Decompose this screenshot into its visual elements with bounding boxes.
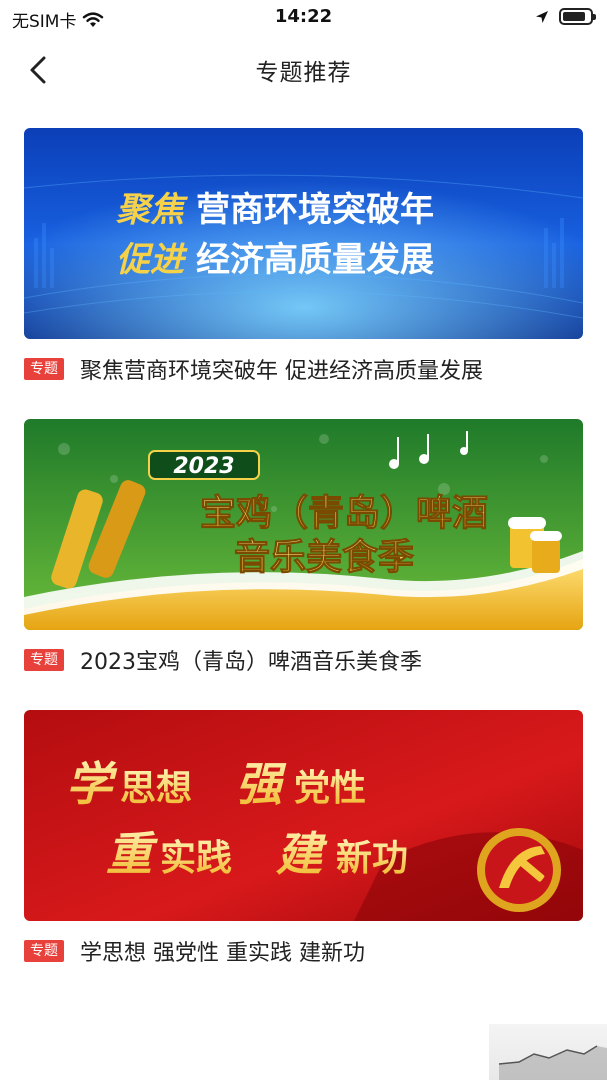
floating-thumbnail[interactable] bbox=[489, 1024, 607, 1080]
battery-fill bbox=[563, 12, 586, 21]
topic-caption: 专题 学思想 强党性 重实践 建新功 bbox=[24, 935, 583, 967]
topic-caption: 专题 聚焦营商环境突破年 促进经济高质量发展 bbox=[24, 353, 583, 385]
topic-tag: 专题 bbox=[24, 358, 64, 380]
banner-line1-a: 学 bbox=[66, 757, 118, 811]
topic-card-business-environment[interactable]: 聚焦 营商环境突破年 促进 经济高质量发展 专题 聚焦营商环境突破年 促进经济高… bbox=[24, 128, 583, 385]
banner-line2-main: 经济高质量发展 bbox=[196, 240, 434, 280]
banner-line2-prefix: 促进 bbox=[116, 240, 188, 280]
topic-card-beer-festival[interactable]: 2023 宝鸡（青岛）啤酒 音乐美食季 专题 2023宝鸡（青岛）啤酒音乐美食季 bbox=[24, 419, 583, 676]
topic-banner-image[interactable]: 2023 宝鸡（青岛）啤酒 音乐美食季 bbox=[24, 419, 583, 630]
banner-year: 2023 bbox=[173, 454, 234, 479]
topic-banner-image[interactable]: 聚焦 营商环境突破年 促进 经济高质量发展 bbox=[24, 128, 583, 339]
topic-title: 学思想 强党性 重实践 建新功 bbox=[80, 941, 365, 966]
topic-banner-image[interactable]: 学 思想 强 党性 重 实践 建 新功 bbox=[24, 710, 583, 921]
topic-card-party-study[interactable]: 学 思想 强 党性 重 实践 建 新功 专题 学思想 强党性 重实践 建新功 bbox=[24, 710, 583, 967]
banner-line2-b: 实践 bbox=[160, 838, 232, 879]
page-title: 专题推荐 bbox=[255, 60, 352, 86]
navigation-bar: 专题推荐 bbox=[0, 34, 607, 102]
status-time: 14:22 bbox=[274, 6, 333, 27]
banner-line1-c: 强 bbox=[236, 757, 287, 811]
banner-line1: 宝鸡（青岛）啤酒 bbox=[200, 493, 488, 534]
battery-icon bbox=[559, 8, 596, 25]
party-emblem-illustration bbox=[477, 828, 561, 912]
banner-line1-main: 营商环境突破年 bbox=[196, 190, 434, 230]
banner-line2-a: 重 bbox=[106, 827, 158, 881]
banner-line1-prefix: 聚焦 bbox=[116, 190, 188, 230]
banner-line2-d: 新功 bbox=[336, 838, 408, 879]
banner-line2: 音乐美食季 bbox=[234, 537, 414, 578]
topic-title: 2023宝鸡（青岛）啤酒音乐美食季 bbox=[80, 650, 422, 675]
banner-line1-b: 思想 bbox=[120, 768, 192, 809]
banner-line2-c: 建 bbox=[276, 827, 328, 881]
topic-title: 聚焦营商环境突破年 促进经济高质量发展 bbox=[80, 359, 483, 384]
status-bar: 无SIM卡 14:22 bbox=[0, 0, 607, 34]
status-right bbox=[535, 8, 596, 25]
topic-tag: 专题 bbox=[24, 940, 64, 962]
banner-line1-d: 党性 bbox=[294, 768, 366, 809]
topic-tag: 专题 bbox=[24, 649, 64, 671]
location-arrow-icon bbox=[536, 10, 548, 23]
topic-caption: 专题 2023宝鸡（青岛）啤酒音乐美食季 bbox=[24, 644, 583, 676]
